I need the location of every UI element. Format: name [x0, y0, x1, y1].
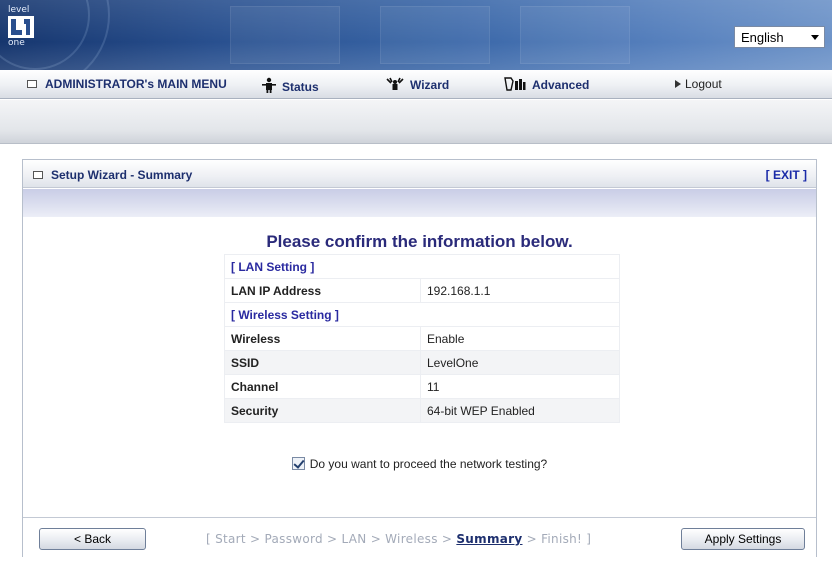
table-row: LAN IP Address 192.168.1.1 — [224, 278, 620, 303]
wireless-label: Wireless — [224, 326, 421, 351]
confirm-heading: Please confirm the information below. — [266, 232, 573, 251]
steps-before: [ Start > Password > LAN > Wireless > — [206, 532, 457, 546]
nav-status[interactable]: Status — [262, 77, 319, 94]
nav-wizard-label: Wizard — [410, 78, 450, 92]
table-row: [ Wireless Setting ] — [224, 302, 620, 327]
steps-after: > Finish! ] — [522, 532, 592, 546]
step-current-summary: Summary — [456, 532, 523, 546]
nav-logout[interactable]: Logout — [675, 77, 722, 93]
nav-main-menu-label: ADMINISTRATOR's MAIN MENU — [45, 77, 227, 91]
ssid-label: SSID — [224, 350, 421, 375]
table-row: Security 64-bit WEP Enabled — [224, 398, 620, 423]
channel-label: Channel — [224, 374, 421, 399]
wizard-footer: < Back [ Start > Password > LAN > Wirele… — [23, 517, 816, 557]
main-nav-bar: ADMINISTRATOR's MAIN MENU Status Wizard … — [0, 70, 832, 99]
panel-band — [23, 189, 816, 217]
network-test-option: Do you want to proceed the network testi… — [23, 457, 816, 471]
nav-logout-label: Logout — [685, 77, 722, 91]
panel-title: Setup Wizard - Summary — [33, 168, 192, 182]
apply-settings-button[interactable]: Apply Settings — [681, 528, 805, 550]
status-icon — [262, 77, 276, 93]
nav-main-menu[interactable]: ADMINISTRATOR's MAIN MENU — [27, 77, 227, 93]
setup-wizard-panel: Setup Wizard - Summary [ EXIT ] Please c… — [22, 159, 817, 557]
nav-advanced-label: Advanced — [532, 78, 590, 92]
nav-status-label: Status — [282, 80, 319, 94]
back-button[interactable]: < Back — [39, 528, 146, 550]
logo-text-level: level — [8, 5, 30, 15]
table-row: [ LAN Setting ] — [224, 254, 620, 279]
lan-ip-value: 192.168.1.1 — [420, 278, 620, 303]
header-banner: level one English — [0, 0, 832, 70]
levelone-logo: level one — [8, 6, 40, 50]
network-test-checkbox[interactable] — [291, 457, 305, 470]
banner-glow — [0, 0, 832, 70]
nav-advanced[interactable]: Advanced — [504, 77, 589, 93]
advanced-icon — [504, 77, 526, 91]
table-row: Wireless Enable — [224, 326, 620, 351]
chevron-down-icon — [811, 35, 819, 40]
wizard-icon — [386, 77, 404, 90]
exit-link[interactable]: [ EXIT ] — [766, 168, 807, 182]
security-value: 64-bit WEP Enabled — [420, 398, 620, 423]
lan-section-header: [ LAN Setting ] — [224, 254, 620, 279]
wireless-value: Enable — [420, 326, 620, 351]
panel-title-text: Setup Wizard - Summary — [51, 168, 193, 182]
menu-square-icon — [27, 80, 37, 88]
language-select-value: English — [741, 30, 784, 45]
logo-mark-icon — [8, 16, 34, 38]
network-test-label[interactable]: Do you want to proceed the network testi… — [310, 457, 547, 471]
ssid-value: LevelOne — [420, 350, 620, 375]
toolbar-strip — [0, 100, 832, 144]
wireless-section-header: [ Wireless Setting ] — [224, 302, 620, 327]
panel-header: Setup Wizard - Summary [ EXIT ] — [23, 160, 816, 188]
logo-text-one: one — [8, 38, 25, 48]
arrow-right-icon — [675, 80, 681, 88]
summary-table: [ LAN Setting ] LAN IP Address 192.168.1… — [224, 254, 620, 423]
lan-ip-label: LAN IP Address — [224, 278, 421, 303]
security-label: Security — [224, 398, 421, 423]
table-row: Channel 11 — [224, 374, 620, 399]
panel-square-icon — [33, 171, 43, 179]
channel-value: 11 — [420, 374, 620, 399]
table-row: SSID LevelOne — [224, 350, 620, 375]
nav-wizard[interactable]: Wizard — [386, 77, 449, 93]
language-select[interactable]: English — [734, 26, 825, 48]
wizard-steps: [ Start > Password > LAN > Wireless > Su… — [206, 532, 591, 546]
